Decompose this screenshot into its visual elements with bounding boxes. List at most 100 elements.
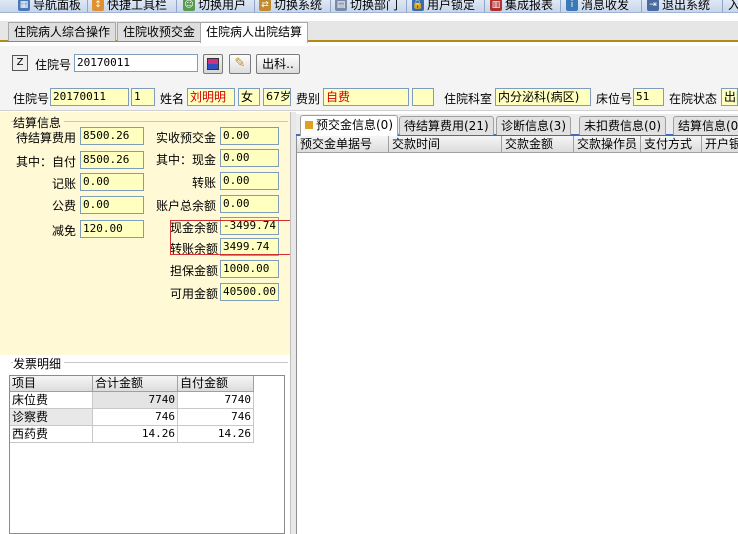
status-field: 出院 [721, 88, 738, 106]
patient-age-field: 67岁 [263, 88, 291, 106]
dept-field: 内分泌科(病区) [495, 88, 591, 106]
invoice-col-total[interactable]: 合计金额 [93, 376, 178, 392]
invoice-cell: 床位费 [10, 392, 93, 409]
self-pay-label: 其中：自付 [16, 155, 77, 169]
patient-sex-field: 女 [238, 88, 260, 106]
system-icon: ⇄ [259, 0, 271, 11]
integrated-report-button[interactable]: ▥ 集成报表 [490, 0, 553, 12]
detail-tabs: 预交金信息(0) 待结算费用(21) 诊断信息(3) 未扣费信息(0) 结算信息… [296, 114, 738, 136]
lock-icon: 🔒 [412, 0, 424, 11]
prepaid-field: 0.00 [220, 127, 279, 145]
users-icon: ☺ [183, 0, 195, 11]
prepaid-label: 实收预交金 [156, 131, 217, 145]
pending-fee-label: 待结算费用 [16, 131, 77, 145]
balance-highlight-box [170, 220, 294, 255]
invoice-title: 发票明细 [13, 355, 65, 372]
invoice-grid[interactable]: 项目 合计金额 自付金额 床位费 7740 7740 诊察费 746 746 西… [9, 375, 285, 534]
nav-panel-button[interactable]: ▦ 导航面板 [18, 0, 81, 12]
tab-discharge-settlement[interactable]: 住院病人出院结算 [200, 22, 309, 43]
quick-toolbar-button[interactable]: ↕ 快捷工具栏 [92, 0, 167, 12]
fee-type-label: 费别 [296, 92, 321, 106]
exit-icon: ⇥ [647, 0, 659, 11]
transfer-field: 0.00 [220, 172, 279, 190]
tab-inpatient-operations[interactable]: 住院病人综合操作 [8, 22, 117, 41]
prepay-col-payment[interactable]: 支付方式 [641, 136, 702, 153]
search-input[interactable]: 20170011 [74, 54, 198, 72]
info-icon: i [566, 0, 578, 11]
discharge-button[interactable]: 出科.. [256, 54, 300, 74]
prepay-col-operator[interactable]: 交款操作员 [574, 136, 641, 153]
patient-info-row: 住院号 20170011 1 姓名 刘明明 女 67岁 费别 自费 住院科室 内… [0, 85, 738, 111]
guarantee-field: 1000.00 [220, 260, 279, 278]
nav-panel-icon: ▦ [18, 0, 30, 11]
search-bar: Z 住院号 20170011 ✎ 出科.. [0, 46, 738, 86]
invoice-cell: 7740 [93, 392, 178, 409]
bed-field: 51 [633, 88, 664, 106]
department-icon: ▤ [335, 0, 347, 11]
switch-department-button[interactable]: ▤ 切换部门 [335, 0, 398, 12]
invoice-cell: 诊察费 [10, 409, 93, 426]
clear-button[interactable]: ✎ [229, 54, 251, 74]
tab-unbilled[interactable]: 未扣费信息(0) [579, 116, 666, 135]
module-tabs: 住院病人综合操作 住院收预交金 住院病人出院结算 [0, 21, 738, 43]
guarantee-label: 担保金额 [170, 264, 219, 278]
pending-fee-field: 8500.26 [80, 127, 144, 145]
invoice-cell: 746 [93, 409, 178, 426]
patient-id-field: 20170011 [50, 88, 129, 106]
fee-type-extra-field [412, 88, 434, 106]
search-label: 住院号 [35, 58, 72, 72]
public-fee-label: 公费 [52, 199, 77, 213]
exit-system-button[interactable]: ⇥ 退出系统 [647, 0, 710, 12]
z-button[interactable]: Z [12, 55, 28, 71]
patient-name-field: 刘明明 [187, 88, 235, 106]
patient-id-label: 住院号 [13, 92, 50, 106]
tab-pending-fees[interactable]: 待结算费用(21) [399, 116, 494, 135]
credit-label: 记账 [52, 177, 77, 191]
available-label: 可用金额 [170, 287, 219, 301]
tab-prepay-info[interactable]: 预交金信息(0) [300, 115, 398, 136]
arrow-icon: ↕ [92, 0, 104, 11]
patient-seq-field: 1 [131, 88, 155, 106]
invoice-cell: 746 [178, 409, 254, 426]
prepay-col-amount[interactable]: 交款金额 [502, 136, 574, 153]
reduce-label: 减免 [52, 224, 77, 238]
transfer-label: 转账 [192, 176, 217, 190]
prepay-col-receipt[interactable]: 预交金单据号 [297, 136, 389, 153]
message-button[interactable]: i 消息收发 [566, 0, 629, 12]
user-lock-button[interactable]: 🔒 用户锁定 [412, 0, 475, 12]
switch-system-button[interactable]: ⇄ 切换系统 [259, 0, 322, 12]
status-label: 在院状态 [669, 92, 718, 106]
credit-field: 0.00 [80, 173, 144, 191]
card-reader-icon [207, 58, 219, 70]
invoice-cell: 14.26 [93, 426, 178, 443]
invoice-col-item[interactable]: 项目 [10, 376, 93, 392]
fee-type-field: 自费 [323, 88, 409, 106]
prepay-col-time[interactable]: 交款时间 [389, 136, 502, 153]
invoice-cell: 西药费 [10, 426, 93, 443]
tab-diagnosis[interactable]: 诊断信息(3) [496, 116, 571, 135]
prepay-col-bank[interactable]: 开户银行 [702, 136, 738, 153]
overflow-button[interactable]: 入 [728, 0, 738, 12]
invoice-cell: 7740 [178, 392, 254, 409]
self-pay-field: 8500.26 [80, 151, 144, 169]
reduce-field: 120.00 [80, 220, 144, 238]
tab-settlement-info[interactable]: 结算信息(0) [673, 116, 738, 135]
report-icon: ▥ [490, 0, 502, 11]
prepay-grid[interactable]: 预交金单据号 交款时间 交款金额 交款操作员 支付方式 开户银行 [296, 136, 738, 534]
switch-user-button[interactable]: ☺ 切换用户 [183, 0, 246, 12]
available-field: 40500.00 [220, 283, 279, 301]
query-button[interactable] [203, 54, 223, 74]
invoice-col-self[interactable]: 自付金额 [178, 376, 254, 392]
broom-icon: ✎ [234, 56, 246, 71]
bed-label: 床位号 [596, 92, 633, 106]
cash-label: 其中：现金 [156, 153, 217, 167]
patient-name-label: 姓名 [160, 92, 185, 106]
tab-icon [305, 121, 313, 129]
account-total-field: 0.00 [220, 195, 279, 213]
cash-field: 0.00 [220, 149, 279, 167]
account-total-label: 账户总余额 [156, 199, 217, 213]
invoice-cell: 14.26 [178, 426, 254, 443]
public-fee-field: 0.00 [80, 196, 144, 214]
tab-prepayment[interactable]: 住院收预交金 [117, 22, 202, 41]
main-toolbar: ▦ 导航面板 ↕ 快捷工具栏 ☺ 切换用户 ⇄ 切换系统 ▤ 切换部门 🔒 用户… [0, 0, 738, 13]
